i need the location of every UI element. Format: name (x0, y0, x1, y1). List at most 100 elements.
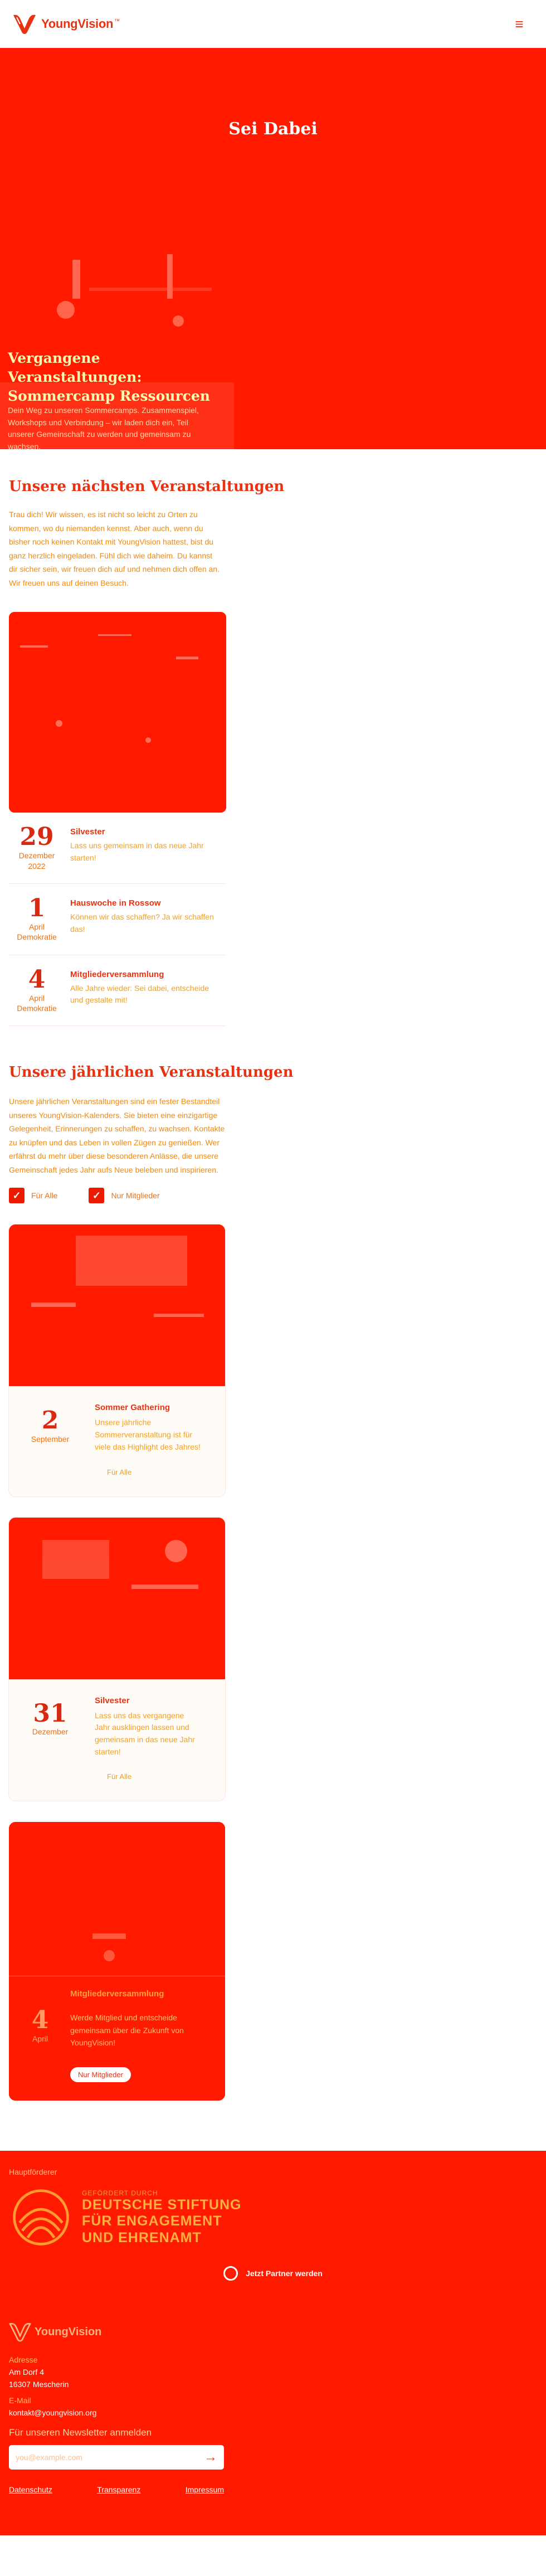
event-desc: Unsere jährliche Sommerveranstaltung ist… (95, 1418, 201, 1451)
annual-events-text: Unsere jährlichen Veranstaltungen sind e… (9, 1097, 225, 1174)
youngvision-logo-icon (9, 2323, 31, 2342)
event-tag: Für Alle (107, 1467, 132, 1476)
event-year: Demokratie (17, 1004, 57, 1013)
event-date: 4 April (23, 2006, 57, 2043)
arrow-right-icon[interactable]: → (204, 2449, 217, 2465)
legal-links: Datenschutz Transparenz Impressum (9, 2485, 224, 2494)
event-row[interactable]: 29 Dezember 2022 Silvester Lass uns geme… (9, 813, 226, 884)
newsletter-email-input[interactable] (16, 2452, 204, 2462)
hero-text: Dein Weg zu unseren Sommercamps. Zusamme… (8, 406, 199, 449)
address-block: Adresse Am Dorf 4 16307 Mescherin E-Mail… (9, 2354, 537, 2419)
site-footer: Hauptförderer GEFÖRDERT DURCH DEUTSCHE S… (0, 2151, 546, 2536)
member-event-card[interactable]: 4 April Mitgliederversammlung Werde Mitg… (9, 1822, 225, 2101)
event-row[interactable]: 1 April Demokratie Hauswoche in Rossow K… (9, 884, 226, 955)
event-day: 1 (28, 893, 46, 922)
event-month: April (32, 2034, 48, 2044)
youngvision-logo-icon (13, 14, 36, 35)
event-date: 31 Dezember (17, 1696, 84, 1782)
event-month: April (28, 922, 45, 932)
event-title: Mitgliederversammlung (70, 969, 164, 979)
annual-event-photo (9, 1224, 225, 1387)
menu-button[interactable]: ≡ (509, 14, 529, 34)
event-day: 2 (41, 1406, 59, 1435)
event-day: 4 (28, 965, 46, 994)
event-title: Hauswoche in Rossow (70, 898, 161, 908)
privacy-link[interactable]: Datenschutz (9, 2485, 52, 2494)
event-row[interactable]: 4 April Demokratie Mitgliederversammlung… (9, 955, 226, 1027)
event-month: September (31, 1434, 70, 1443)
transparency-link[interactable]: Transparenz (97, 2485, 140, 2494)
annual-event-card[interactable]: 31 Dezember Silvester Lass uns das verga… (9, 1517, 225, 1801)
dsee-line1: DEUTSCHE STIFTUNG (82, 2196, 242, 2213)
newsletter-label: Für unseren Newsletter anmelden (9, 2427, 152, 2438)
event-day: 4 (31, 2006, 49, 2035)
checkbox-checked-icon[interactable]: ✓ (89, 1188, 105, 1204)
event-date: 4 April Demokratie (9, 966, 65, 1014)
event-desc: Lass uns das vergangene Jahr ausklingen … (95, 1710, 195, 1756)
circle-icon (223, 2266, 238, 2281)
event-desc: Alle Jahre wieder: Sei dabei, entscheide… (70, 983, 209, 1005)
address-label: Adresse (9, 2355, 38, 2365)
address-line2: 16307 Mescherin (9, 2379, 69, 2389)
event-list: 29 Dezember 2022 Silvester Lass uns geme… (9, 813, 226, 1027)
checkbox-checked-icon[interactable]: ✓ (9, 1188, 25, 1204)
trademark: ™ (114, 18, 120, 25)
dsee-logo[interactable]: GEFÖRDERT DURCH DEUTSCHE STIFTUNG FÜR EN… (9, 2185, 537, 2249)
event-month: Dezember (32, 1727, 69, 1736)
event-tag: Für Alle (107, 1772, 132, 1781)
newsletter-form: → (9, 2444, 224, 2470)
email-label: E-Mail (9, 2396, 31, 2405)
event-title: Silvester (70, 827, 105, 837)
filter-all[interactable]: ✓ Für Alle (9, 1188, 58, 1204)
logo-text: YoungVision (41, 17, 114, 31)
members-only-badge[interactable]: Nur Mitglieder (70, 2067, 131, 2083)
next-events-heading: Unsere nächsten Veranstaltungen (9, 478, 285, 495)
annual-event-image (9, 1224, 225, 1387)
next-events-section: Unsere nächsten Veranstaltungen Trau dic… (0, 449, 546, 590)
hero-title: Sei Dabei (228, 119, 318, 139)
event-date: 2 September (17, 1403, 84, 1477)
site-header: YoungVision ™ ≡ (0, 0, 546, 48)
dsee-emblem-icon (13, 2189, 69, 2246)
event-month: April (28, 994, 45, 1003)
annual-events-heading: Unsere jährlichen Veranstaltungen (9, 1064, 294, 1081)
annual-event-photo (9, 1517, 225, 1679)
sponsor-label: Hauptförderer (9, 2167, 57, 2177)
hero-subtitle: Vergangene Veranstaltungen: Sommercamp R… (8, 350, 210, 404)
address-line1: Am Dorf 4 (9, 2367, 45, 2376)
event-filters: ✓ Für Alle ✓ Nur Mitglieder (9, 1188, 537, 1204)
email-link[interactable]: kontakt@youngvision.org (9, 2407, 537, 2419)
event-year: Demokratie (17, 932, 57, 942)
annual-event-card[interactable]: 2 September Sommer Gathering Unsere jähr… (9, 1224, 225, 1496)
annual-event-image (9, 1517, 225, 1679)
event-day: 31 (33, 1699, 67, 1728)
logo[interactable]: YoungVision ™ (12, 13, 120, 35)
event-month: Dezember (18, 851, 55, 861)
event-desc: Können wir das schaffen? Ja wir schaffen… (70, 912, 214, 934)
dsee-line3: UND EHRENAMT (82, 2229, 202, 2246)
filter-members-label: Nur Mitglieder (111, 1191, 160, 1200)
hamburger-icon: ≡ (515, 15, 524, 32)
footer-logo-text: YoungVision (35, 2325, 102, 2338)
event-day: 29 (20, 823, 54, 852)
event-date: 1 April Demokratie (9, 895, 65, 942)
member-event-image (9, 1822, 225, 2101)
event-photo-image (9, 612, 226, 813)
event-desc: Lass uns gemeinsam in das neue Jahr star… (70, 841, 204, 862)
annual-events-section: Unsere jährlichen Veranstaltungen Unsere… (0, 1026, 546, 1204)
hero: Sei Dabei Vergangene Veranstaltungen: So… (0, 48, 546, 449)
filter-all-label: Für Alle (31, 1191, 58, 1200)
become-partner-label: Jetzt Partner werden (246, 2269, 323, 2278)
event-title: Mitgliederversammlung (70, 1989, 164, 1999)
event-date: 29 Dezember 2022 (9, 823, 65, 871)
become-partner-link[interactable]: Jetzt Partner werden (9, 2266, 537, 2281)
filter-members[interactable]: ✓ Nur Mitglieder (89, 1188, 160, 1204)
next-events-text: Trau dich! Wir wissen, es ist nicht so l… (9, 510, 220, 587)
imprint-link[interactable]: Impressum (186, 2485, 224, 2494)
event-year: 2022 (28, 861, 46, 871)
footer-logo[interactable]: YoungVision (9, 2322, 537, 2342)
event-photo (9, 612, 226, 813)
event-title: Silvester (95, 1695, 130, 1705)
event-desc: Werde Mitglied und entscheide gemeinsam … (70, 2013, 184, 2048)
dsee-small: GEFÖRDERT DURCH (82, 2189, 158, 2197)
